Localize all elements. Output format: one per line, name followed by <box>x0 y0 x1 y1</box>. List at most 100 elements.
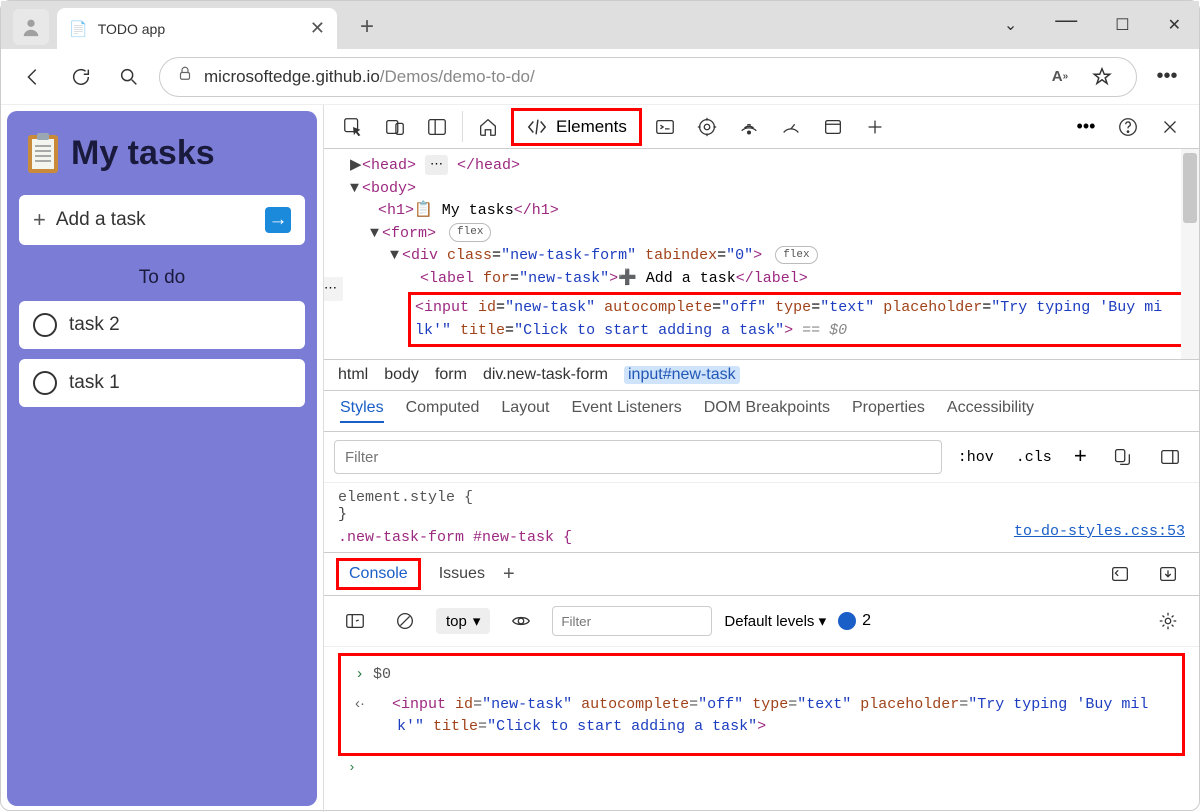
breadcrumb-item[interactable]: div.new-task-form <box>483 366 608 384</box>
application-tab-icon[interactable] <box>814 108 852 146</box>
favorite-icon[interactable] <box>1084 59 1120 95</box>
console-tab-icon[interactable] <box>646 108 684 146</box>
console-sidebar-icon[interactable] <box>336 602 374 640</box>
heading-text: My tasks <box>71 134 215 173</box>
layout-tab[interactable]: Layout <box>501 399 549 423</box>
drawer-tab-strip: Console Issues + <box>324 552 1199 596</box>
site-info-icon[interactable] <box>176 65 194 88</box>
task-checkbox-icon[interactable] <box>33 371 57 395</box>
breadcrumb-item[interactable]: form <box>435 366 467 384</box>
refresh-button[interactable] <box>63 59 99 95</box>
todo-section-label: To do <box>19 267 305 289</box>
close-devtools-icon[interactable] <box>1151 108 1189 146</box>
task-checkbox-icon[interactable] <box>33 313 57 337</box>
task-item[interactable]: task 2 <box>19 301 305 349</box>
issue-counter[interactable]: 2 <box>838 612 871 630</box>
toggle-common-rendering-icon[interactable] <box>1103 438 1141 476</box>
styles-filter-bar: :hov .cls + <box>324 432 1199 483</box>
task-label: task 1 <box>69 372 120 394</box>
breadcrumb-item[interactable]: body <box>384 366 419 384</box>
scrollbar-track[interactable] <box>1181 149 1199 359</box>
tab-favicon-icon: 📄 <box>69 20 88 38</box>
console-prompt[interactable]: › <box>324 756 1199 779</box>
url-toolbar: microsoftedge.github.io/Demos/demo-to-do… <box>1 49 1199 105</box>
hov-button[interactable]: :hov <box>952 445 1000 470</box>
devtools-toolbar: Elements ••• <box>324 105 1199 149</box>
task-item[interactable]: task 1 <box>19 359 305 407</box>
tab-strip: 📄 TODO app ✕ + ⌄ — ☐ ✕ <box>1 1 1199 49</box>
console-toolbar: top ▾ Default levels ▾ 2 <box>324 596 1199 647</box>
drawer-expand-icon[interactable] <box>1101 555 1139 593</box>
dock-side-icon[interactable] <box>418 108 456 146</box>
url-text: microsoftedge.github.io/Demos/demo-to-do… <box>204 67 535 87</box>
minimize-icon[interactable]: — <box>1045 7 1087 33</box>
styles-filter-input[interactable] <box>334 440 942 474</box>
clipboard-icon <box>25 131 61 175</box>
device-toolbar-icon[interactable] <box>376 108 414 146</box>
sources-tab-icon[interactable] <box>688 108 726 146</box>
tabs-menu-icon[interactable]: ⌄ <box>994 15 1027 35</box>
search-button[interactable] <box>111 59 147 95</box>
performance-tab-icon[interactable] <box>772 108 810 146</box>
styles-tab[interactable]: Styles <box>340 399 384 423</box>
new-style-rule-icon[interactable]: + <box>1068 441 1093 474</box>
dom-breakpoints-tab[interactable]: DOM Breakpoints <box>704 399 830 423</box>
browser-tab[interactable]: 📄 TODO app ✕ <box>57 8 337 49</box>
more-drawer-tabs-icon[interactable]: + <box>503 563 515 586</box>
welcome-tab-icon[interactable] <box>469 108 507 146</box>
drawer-collapse-icon[interactable] <box>1149 555 1187 593</box>
styles-tab-strip: Styles Computed Layout Event Listeners D… <box>324 391 1199 432</box>
help-icon[interactable] <box>1109 108 1147 146</box>
inspect-element-icon[interactable] <box>334 108 372 146</box>
more-menu-icon[interactable]: ••• <box>1149 59 1185 95</box>
close-tab-icon[interactable]: ✕ <box>310 18 325 39</box>
scroll-more-icon[interactable]: ⋯ <box>324 277 343 301</box>
cls-button[interactable]: .cls <box>1010 445 1058 470</box>
network-tab-icon[interactable] <box>730 108 768 146</box>
dom-breadcrumb[interactable]: html body form div.new-task-form input#n… <box>324 359 1199 391</box>
dom-tree[interactable]: ▶<head> ⋯ </head> ▼<body> <h1>📋 My tasks… <box>324 149 1199 359</box>
maximize-icon[interactable]: ☐ <box>1105 15 1139 35</box>
code-icon <box>526 116 548 138</box>
window-close-icon[interactable]: ✕ <box>1158 15 1191 35</box>
devtools-panel: Elements ••• ▶<head> ⋯ </head> ▼<body> <… <box>323 105 1199 812</box>
computed-tab[interactable]: Computed <box>406 399 480 423</box>
breadcrumb-item[interactable]: html <box>338 366 368 384</box>
more-tabs-icon[interactable] <box>856 108 894 146</box>
console-output[interactable]: › $0 ‹· <input id="new-task" autocomplet… <box>338 653 1185 756</box>
add-task-label: Add a task <box>56 209 146 231</box>
stylesheet-source-link[interactable]: to-do-styles.css:53 <box>1014 523 1185 540</box>
console-context-select[interactable]: top ▾ <box>436 608 490 634</box>
plus-icon: + <box>33 207 46 233</box>
submit-task-icon[interactable]: → <box>265 207 291 233</box>
console-drawer-tab[interactable]: Console <box>336 558 421 590</box>
breadcrumb-item[interactable]: input#new-task <box>624 366 740 384</box>
properties-tab[interactable]: Properties <box>852 399 925 423</box>
chevron-down-icon: ▾ <box>473 612 481 630</box>
elements-tab[interactable]: Elements <box>511 108 642 146</box>
read-aloud-icon[interactable]: A» <box>1042 59 1078 95</box>
add-task-input[interactable]: + Add a task → <box>19 195 305 245</box>
issues-drawer-tab[interactable]: Issues <box>439 565 485 583</box>
computed-sidebar-icon[interactable] <box>1151 438 1189 476</box>
elements-tab-label: Elements <box>556 117 627 137</box>
console-settings-icon[interactable] <box>1149 602 1187 640</box>
styles-pane[interactable]: element.style { } .new-task-form #new-ta… <box>324 483 1199 552</box>
devtools-settings-icon[interactable]: ••• <box>1067 108 1105 146</box>
address-bar[interactable]: microsoftedge.github.io/Demos/demo-to-do… <box>159 57 1137 97</box>
back-button[interactable] <box>15 59 51 95</box>
live-expression-icon[interactable] <box>502 602 540 640</box>
scrollbar-thumb[interactable] <box>1183 153 1197 223</box>
tab-title: TODO app <box>98 21 300 37</box>
event-listeners-tab[interactable]: Event Listeners <box>571 399 681 423</box>
accessibility-tab[interactable]: Accessibility <box>947 399 1034 423</box>
new-tab-button[interactable]: + <box>349 9 385 45</box>
task-label: task 2 <box>69 314 120 336</box>
console-filter-input[interactable] <box>552 606 712 636</box>
clear-console-icon[interactable] <box>386 602 424 640</box>
todo-app: My tasks + Add a task → To do task 2 tas… <box>7 111 317 806</box>
profile-button[interactable] <box>13 9 49 45</box>
app-heading: My tasks <box>25 131 305 175</box>
log-levels-select[interactable]: Default levels ▾ <box>724 612 826 630</box>
selected-element-row[interactable]: <input id="new-task" autocomplete="off" … <box>408 292 1187 347</box>
